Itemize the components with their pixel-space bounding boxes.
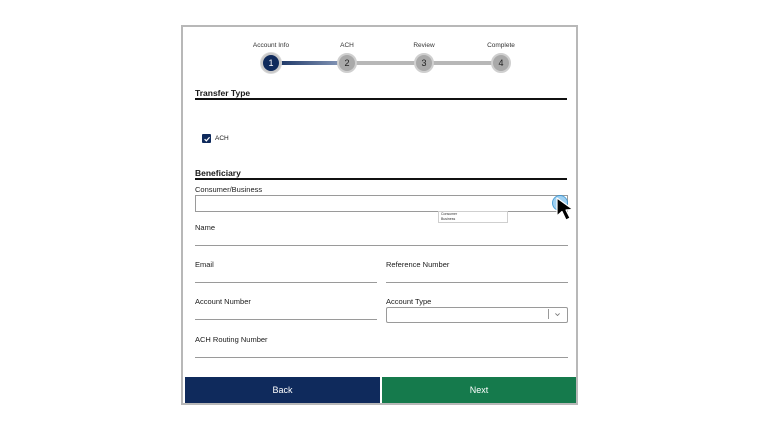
email-label: Email (195, 260, 214, 269)
consumer-business-select[interactable] (195, 195, 568, 212)
reference-number-input[interactable] (386, 282, 568, 283)
ach-checkbox-label: ACH (215, 135, 229, 142)
ach-routing-number-input[interactable] (195, 357, 568, 358)
ach-routing-number-label: ACH Routing Number (195, 335, 268, 344)
step-connector-3 (424, 61, 501, 65)
transfer-type-heading: Transfer Type (195, 88, 251, 98)
back-button[interactable]: Back (185, 377, 380, 403)
consumer-business-options: Consumer Business (438, 211, 508, 223)
option-business[interactable]: Business (439, 217, 507, 222)
step-connector-2 (347, 61, 424, 65)
step-label-review: Review (413, 42, 435, 49)
consumer-business-label: Consumer/Business (195, 185, 263, 194)
account-type-select[interactable] (386, 307, 568, 323)
account-type-label: Account Type (386, 297, 432, 306)
checkmark-icon (203, 136, 210, 142)
chevron-down-icon[interactable] (554, 311, 561, 318)
step-circle-4: 4 (491, 53, 511, 73)
step-label-ach: ACH (340, 42, 354, 49)
mouse-pointer-icon (556, 197, 574, 221)
ach-checkbox[interactable] (202, 134, 211, 143)
step-circle-1: 1 (261, 53, 281, 73)
name-label: Name (195, 223, 216, 232)
account-number-input[interactable] (195, 319, 377, 320)
transfer-type-divider (195, 98, 567, 100)
beneficiary-divider (195, 178, 567, 180)
step-circle-2: 2 (337, 53, 357, 73)
step-label-account-info: Account Info (252, 42, 290, 49)
reference-number-label: Reference Number (386, 260, 450, 269)
beneficiary-heading: Beneficiary (195, 168, 241, 178)
email-input[interactable] (195, 282, 377, 283)
step-label-complete: Complete (487, 42, 515, 49)
transfer-form-window: Account Info ACH Review Complete 1 2 3 4… (181, 25, 578, 405)
next-button[interactable]: Next (382, 377, 576, 403)
account-type-separator (548, 309, 549, 319)
name-input[interactable] (195, 245, 568, 246)
step-circle-3: 3 (414, 53, 434, 73)
account-number-label: Account Number (195, 297, 251, 306)
step-connector-1 (271, 61, 347, 65)
